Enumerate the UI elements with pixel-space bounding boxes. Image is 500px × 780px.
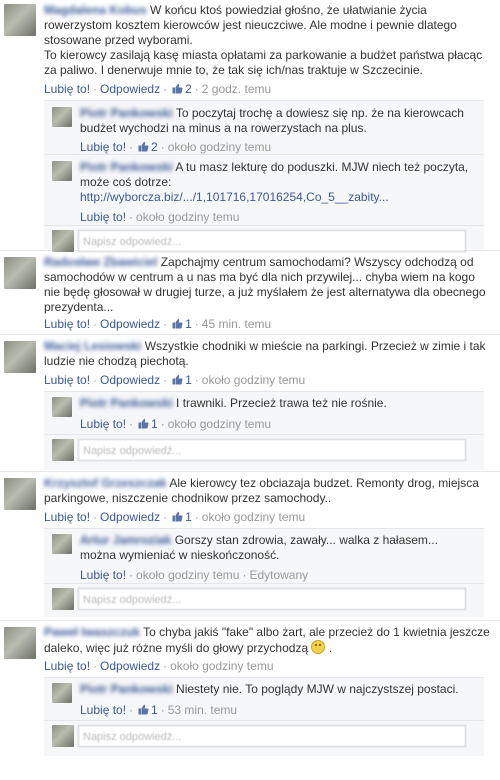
- timestamp[interactable]: około godziny temu: [202, 373, 305, 387]
- like-button[interactable]: Lubię to!: [80, 417, 126, 431]
- comment-text-continued: To kierowcy zasilają kasę miasta opłatam…: [44, 48, 483, 77]
- thumbs-up-icon: [172, 83, 183, 94]
- reply-input[interactable]: Napisz odpowiedź...: [78, 725, 466, 747]
- smiley-icon: [311, 640, 326, 654]
- timestamp[interactable]: około godziny temu: [170, 659, 273, 673]
- comment-author[interactable]: Radosław Zbawiciel: [44, 255, 157, 269]
- reply: Piotr Pankowski I trawniki. Przecież tra…: [44, 392, 484, 435]
- replies: Piotr Pankowski Niestety nie. To poglądy…: [44, 677, 484, 756]
- avatar[interactable]: [4, 478, 36, 510]
- avatar: [52, 439, 74, 461]
- like-count[interactable]: 1: [151, 703, 158, 717]
- reply: Piotr Pankowski Niestety nie. To poglądy…: [44, 678, 484, 721]
- reply-author[interactable]: Piotr Pankowski: [80, 682, 173, 696]
- reply-button[interactable]: Odpowiedz: [100, 510, 160, 524]
- reply-button[interactable]: Odpowiedz: [100, 317, 160, 331]
- reply-text: I trawniki. Przecież trawa też nie rośni…: [176, 396, 387, 410]
- like-button[interactable]: Lubię to!: [44, 317, 90, 331]
- avatar[interactable]: [52, 161, 72, 181]
- like-button[interactable]: Lubię to!: [80, 568, 126, 582]
- like-count[interactable]: 1: [185, 317, 192, 331]
- reply: Piotr Pankowski To poczytaj trochę a dow…: [44, 101, 484, 155]
- avatar[interactable]: [4, 257, 36, 289]
- like-count[interactable]: 1: [151, 417, 158, 431]
- reply-composer: Napisz odpowiedź...: [44, 721, 484, 755]
- edited-label[interactable]: Edytowany: [249, 568, 308, 582]
- avatar[interactable]: [52, 107, 72, 127]
- comment-author[interactable]: Magdalena Kobus: [44, 3, 147, 17]
- like-button[interactable]: Lubię to!: [44, 82, 90, 96]
- timestamp[interactable]: około godziny temu: [168, 140, 271, 154]
- like-button[interactable]: Lubię to!: [80, 210, 126, 224]
- avatar[interactable]: [4, 4, 36, 36]
- avatar[interactable]: [4, 341, 36, 373]
- replies: Artur Jamroziak Gorszy stan zdrowia, zaw…: [44, 528, 484, 617]
- like-count[interactable]: 2: [151, 140, 158, 154]
- reply-button[interactable]: Odpowiedz: [100, 82, 160, 96]
- timestamp[interactable]: około godziny temu: [136, 568, 239, 582]
- avatar[interactable]: [52, 397, 72, 417]
- timestamp[interactable]: 53 min. temu: [168, 703, 237, 717]
- comment: Paweł Iwaszczuk To chyba jakiś "fake" al…: [0, 621, 500, 756]
- comment: Magdalena Kobus W końcu ktoś powiedział …: [0, 0, 500, 252]
- avatar: [52, 230, 74, 252]
- comment: Maciej Lesiowski Wszystkie chodniki w mi…: [0, 335, 500, 471]
- comment: Radosław Zbawiciel Zapchajmy centrum sam…: [0, 251, 500, 334]
- avatar: [52, 725, 74, 747]
- thumbs-up-icon: [172, 511, 183, 522]
- like-button[interactable]: Lubię to!: [44, 510, 90, 524]
- like-count[interactable]: 2: [185, 82, 192, 96]
- thumbs-up-icon: [138, 141, 149, 152]
- comment-actions: Lubię to! · Odpowiedz · 2 · 2 godz. temu: [44, 82, 272, 96]
- thumbs-up-icon: [172, 318, 183, 329]
- reply-input[interactable]: Napisz odpowiedź...: [78, 588, 466, 610]
- reply-author[interactable]: Piotr Pankowski: [80, 396, 173, 410]
- comment-author[interactable]: Maciej Lesiowski: [44, 339, 141, 353]
- avatar[interactable]: [52, 534, 72, 554]
- like-button[interactable]: Lubię to!: [44, 659, 90, 673]
- like-button[interactable]: Lubię to!: [80, 703, 126, 717]
- comment-text-end: .: [328, 641, 333, 655]
- avatar[interactable]: [4, 627, 36, 659]
- reply-button[interactable]: Odpowiedz: [100, 659, 160, 673]
- avatar[interactable]: [52, 683, 72, 703]
- comment-thread: Magdalena Kobus W końcu ktoś powiedział …: [0, 0, 500, 756]
- reply: Artur Jamroziak Gorszy stan zdrowia, zaw…: [44, 529, 484, 584]
- like-button[interactable]: Lubię to!: [80, 140, 126, 154]
- reply-composer: Napisz odpowiedź...: [44, 435, 484, 469]
- thumbs-up-icon: [172, 374, 183, 385]
- like-button[interactable]: Lubię to!: [44, 373, 90, 387]
- reply: Piotr Pankowski A tu masz lekturę do pod…: [44, 155, 484, 226]
- reply-text: Niestety nie. To poglądy MJW w najczysts…: [176, 682, 459, 696]
- reply-input[interactable]: Napisz odpowiedź...: [78, 230, 466, 252]
- reply-author[interactable]: Piotr Pankowski: [80, 106, 173, 120]
- like-count[interactable]: 1: [185, 510, 192, 524]
- thumbs-up-icon: [138, 704, 149, 715]
- reply-button[interactable]: Odpowiedz: [100, 373, 160, 387]
- reply-composer: Napisz odpowiedź...: [44, 584, 484, 618]
- comment: Krzysztof Grzeszczak Ale kierowcy tez ob…: [0, 472, 500, 620]
- replies: Piotr Pankowski To poczytaj trochę a dow…: [44, 100, 484, 252]
- reply-input[interactable]: Napisz odpowiedź...: [78, 439, 466, 461]
- reply-author[interactable]: Artur Jamroziak: [80, 533, 171, 547]
- replies: Piotr Pankowski I trawniki. Przecież tra…: [44, 391, 484, 470]
- timestamp[interactable]: 45 min. temu: [202, 317, 271, 331]
- timestamp[interactable]: około godziny temu: [202, 510, 305, 524]
- comment-author[interactable]: Krzysztof Grzeszczak: [44, 476, 167, 490]
- comment-body: Magdalena Kobus W końcu ktoś powiedział …: [44, 3, 492, 78]
- article-link[interactable]: http://wyborcza.biz/.../1,101716,1701625…: [80, 190, 389, 204]
- avatar: [52, 588, 74, 610]
- reply-author[interactable]: Piotr Pankowski: [80, 160, 173, 174]
- timestamp[interactable]: około godziny temu: [136, 210, 239, 224]
- timestamp[interactable]: 2 godz. temu: [202, 82, 271, 96]
- like-count[interactable]: 1: [185, 373, 192, 387]
- comment-author[interactable]: Paweł Iwaszczuk: [44, 625, 140, 639]
- timestamp[interactable]: około godziny temu: [168, 417, 271, 431]
- thumbs-up-icon: [138, 418, 149, 429]
